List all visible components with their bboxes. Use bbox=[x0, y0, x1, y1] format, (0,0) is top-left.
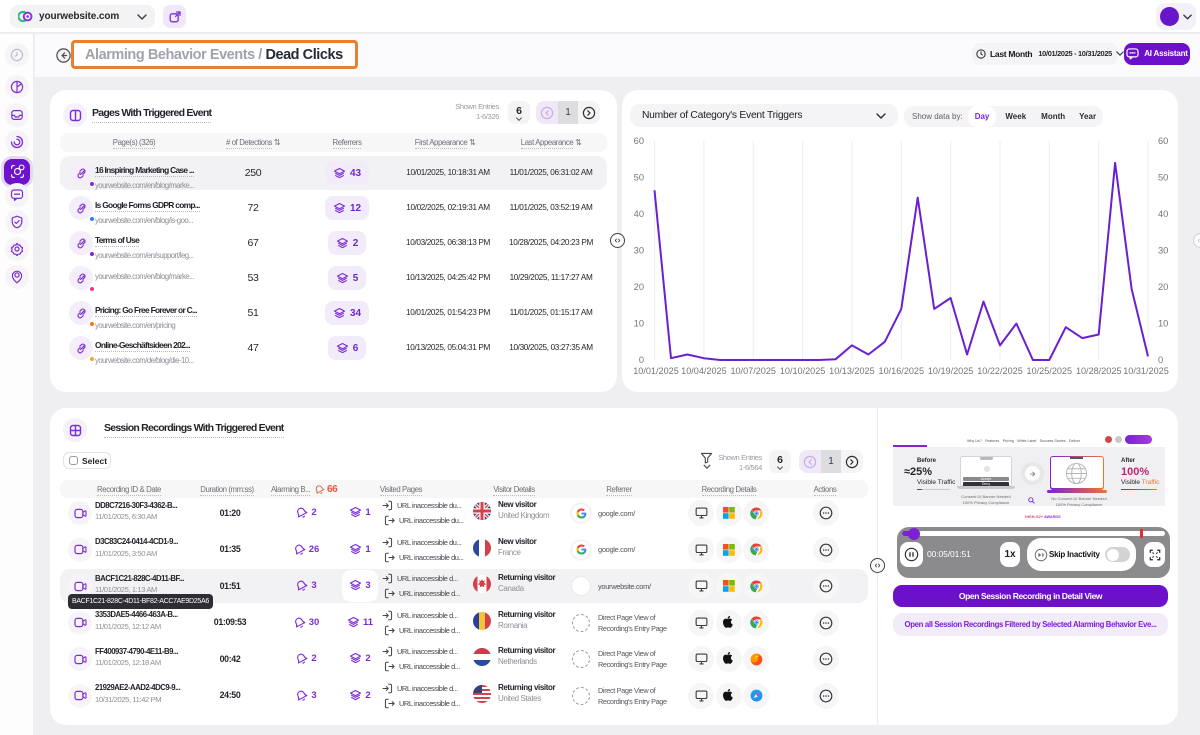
svg-text:10/28/2025: 10/28/2025 bbox=[1076, 366, 1122, 376]
svg-text:50: 50 bbox=[1158, 173, 1168, 183]
svg-text:10/10/2025: 10/10/2025 bbox=[780, 366, 826, 376]
svg-text:20: 20 bbox=[634, 282, 644, 292]
svg-text:60: 60 bbox=[634, 136, 644, 146]
svg-text:30: 30 bbox=[1158, 246, 1168, 256]
svg-text:10: 10 bbox=[1158, 319, 1168, 329]
svg-text:20: 20 bbox=[1158, 282, 1168, 292]
svg-text:10/19/2025: 10/19/2025 bbox=[928, 366, 974, 376]
svg-text:10/22/2025: 10/22/2025 bbox=[977, 366, 1023, 376]
svg-text:10: 10 bbox=[634, 319, 644, 329]
svg-text:0: 0 bbox=[1158, 355, 1163, 365]
svg-text:60: 60 bbox=[1158, 136, 1168, 146]
svg-text:10/07/2025: 10/07/2025 bbox=[730, 366, 776, 376]
svg-text:30: 30 bbox=[634, 246, 644, 256]
svg-text:50: 50 bbox=[634, 173, 644, 183]
svg-text:40: 40 bbox=[634, 209, 644, 219]
svg-text:10/13/2025: 10/13/2025 bbox=[829, 366, 875, 376]
svg-text:10/25/2025: 10/25/2025 bbox=[1027, 366, 1073, 376]
svg-text:10/04/2025: 10/04/2025 bbox=[681, 366, 727, 376]
svg-text:0: 0 bbox=[639, 355, 644, 365]
svg-text:10/01/2025: 10/01/2025 bbox=[633, 366, 679, 376]
svg-text:40: 40 bbox=[1158, 209, 1168, 219]
svg-text:10/16/2025: 10/16/2025 bbox=[879, 366, 925, 376]
svg-text:10/31/2025: 10/31/2025 bbox=[1123, 366, 1169, 376]
